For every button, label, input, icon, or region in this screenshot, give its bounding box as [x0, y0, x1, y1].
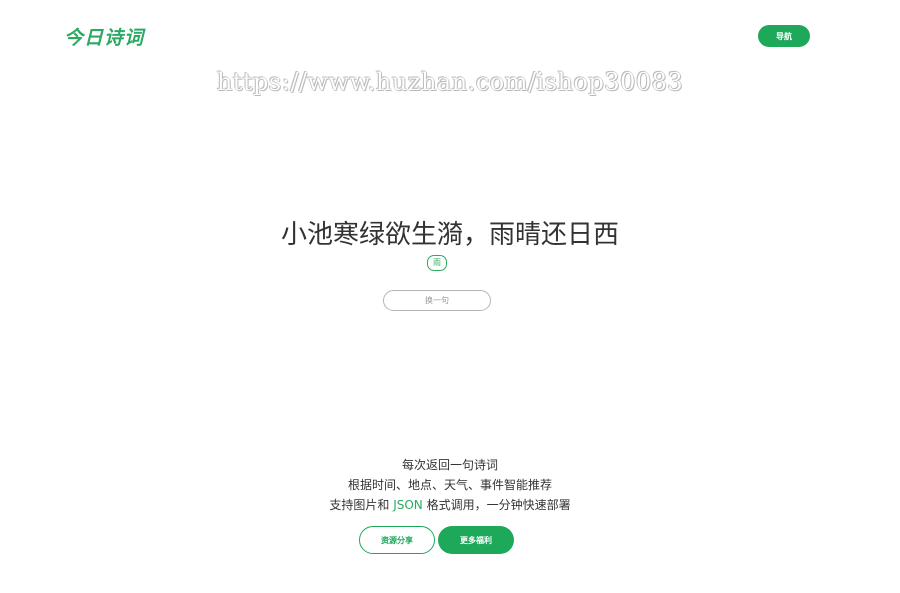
poem-line: 小池寒绿欲生漪，雨晴还日西: [280, 220, 619, 250]
watermark-text: https://www.huzhan.com/ishop30083: [216, 68, 684, 96]
refresh-poem-button[interactable]: 换一句: [383, 290, 491, 311]
feature-line: 支持图片和 JSON 格式调用，一分钟快速部署: [0, 495, 900, 515]
feature-line: 每次返回一句诗词: [401, 458, 498, 472]
feature-line: 根据时间、地点、天气、事件智能推荐: [347, 478, 552, 492]
more-benefits-button[interactable]: 更多福利: [438, 526, 514, 554]
page: 今日诗词 导航 https://www.huzhan.com/ishop3008…: [0, 0, 900, 593]
poem-tag-badge: 雨: [427, 255, 447, 271]
feature-list: 每次返回一句诗词 根据时间、地点、天气、事件智能推荐 支持图片和 JSON 格式…: [0, 455, 900, 515]
site-logo[interactable]: 今日诗词: [64, 24, 144, 52]
feature-text: 支持图片和: [329, 498, 394, 512]
resource-share-button[interactable]: 资源分享: [359, 526, 435, 554]
nav-button[interactable]: 导航: [758, 25, 810, 47]
feature-text: 格式调用，一分钟快速部署: [422, 498, 571, 512]
json-highlight: JSON: [393, 498, 423, 512]
